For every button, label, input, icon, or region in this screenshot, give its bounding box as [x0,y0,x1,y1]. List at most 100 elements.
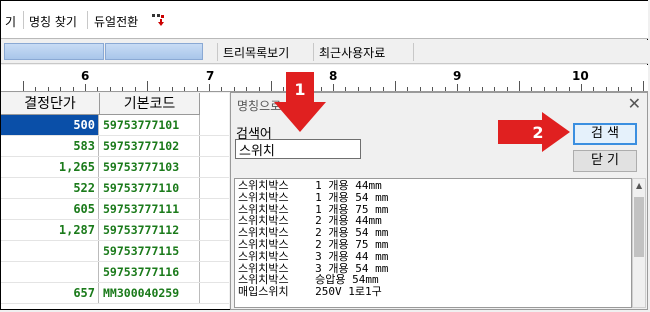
list-item[interactable]: 스위치박스 2 개용 54 mm [238,227,388,238]
menu-item-dual-switch[interactable]: 듀얼전환 [94,13,138,30]
ruler-tick [581,84,582,91]
ruler-number: 8 [329,69,338,83]
ruler-tick [543,87,545,91]
ruler-tick [419,87,421,91]
ruler-tick [196,87,198,91]
ruler-tick [531,87,533,91]
scroll-thumb[interactable] [634,197,644,257]
price-cell[interactable]: 1,265 [1,157,99,177]
data-grid: 결정단가 기본코드 500 59753777101 583 59753777102 1,… [1,93,229,309]
table-row[interactable]: 657 MM300040259 [1,283,229,304]
ruler-number: 10 [572,69,589,83]
code-cell[interactable]: 59753777112 [100,220,200,240]
ruler-tick [444,87,446,91]
list-item[interactable]: 매입스위치 250V 1로1구 [238,286,382,297]
ruler-tick [593,87,595,91]
list-item[interactable]: 스위치박스 1 개용 54 mm [238,192,388,203]
price-cell[interactable] [1,262,99,282]
ruler-tick [47,87,49,91]
menu-item-name-search[interactable]: 명칭 찾기 [29,13,77,30]
ruler-tick [171,87,173,91]
toolbar-button-blank-2[interactable] [105,43,203,60]
price-cell[interactable]: 1,287 [1,220,99,240]
scroll-up-icon[interactable]: ▲ [636,181,642,190]
table-row[interactable]: 59753777115 [1,241,229,262]
code-cell[interactable]: 59753777115 [100,241,200,261]
column-header-code[interactable]: 기본코드 [100,93,200,115]
ruler-tick [407,87,409,91]
toolbar: 트리목록보기 최근사용자료 [1,40,648,64]
table-row[interactable]: 522 59753777110 [1,178,229,199]
list-item[interactable]: 스위치박스 3 개용 44 mm [238,251,388,262]
price-cell[interactable]: 583 [1,136,99,156]
ruler-tick [357,87,359,91]
ruler-tick [233,87,235,91]
list-item[interactable]: 스위치박스 3 개용 54 mm [238,263,388,274]
ruler-tick [72,87,74,91]
close-icon[interactable]: ✕ [628,94,641,113]
toolbar-separator [413,43,414,61]
tree-list-view-button[interactable]: 트리목록보기 [223,44,289,61]
ruler-tick [370,87,372,91]
code-cell[interactable]: 59753777102 [100,136,200,156]
code-cell[interactable]: 59753777103 [100,157,200,177]
code-cell[interactable]: 59753777116 [100,262,200,282]
ruler-tick [432,87,434,91]
menu-bar: 기 명칭 찾기 듀얼전환 [1,1,648,39]
dual-switch-icon[interactable] [152,14,165,27]
list-item[interactable]: 스위치박스 2 개용 44mm [238,215,382,226]
ruler-number: 9 [453,69,462,83]
ruler-tick [159,87,161,91]
code-cell[interactable]: 59753777111 [100,199,200,219]
ruler-tick [618,87,620,91]
ruler-tick [382,87,384,91]
list-item[interactable]: 스위치박스 2 개용 75 mm [238,239,388,250]
table-row[interactable]: 1,287 59753777112 [1,220,229,241]
ruler-tick [85,84,86,91]
ruler-tick [345,87,347,91]
ruler-tick [556,87,558,91]
callout-number-1: 1 [294,80,305,99]
table-row[interactable]: 59753777116 [1,262,229,283]
ruler-tick [109,87,111,91]
toolbar-separator [313,43,314,61]
list-item[interactable]: 스위치박스 1 개용 75 mm [238,204,388,215]
table-row[interactable]: 500 59753777101 [1,115,229,136]
table-row[interactable]: 1,265 59753777103 [1,157,229,178]
menu-separator [87,11,88,29]
table-row[interactable]: 605 59753777111 [1,199,229,220]
search-input[interactable] [235,139,361,159]
code-cell[interactable]: MM300040259 [100,283,200,303]
list-item[interactable]: 스위치박스 1 개용 44mm [238,180,382,191]
ruler-tick [134,87,136,91]
price-cell[interactable]: 605 [1,199,99,219]
ruler-tick [630,87,632,91]
ruler-tick [221,87,223,91]
code-cell[interactable]: 59753777101 [100,115,200,135]
close-button[interactable]: 닫 기 [573,150,637,172]
price-cell[interactable] [1,241,99,261]
callout-number-2: 2 [532,123,543,142]
callout-arrow-1: 1 [274,72,326,132]
ruler-tick [147,81,148,91]
ruler-tick [209,84,210,91]
ruler-tick [568,87,570,91]
column-header-price[interactable]: 결정단가 [1,93,100,115]
toolbar-button-blank-1[interactable] [4,43,104,60]
price-cell[interactable]: 500 [1,115,99,135]
result-list[interactable]: 스위치박스 1 개용 44mm 스위치박스 1 개용 54 mm 스위치박스 1 개… [234,178,632,308]
price-cell[interactable]: 522 [1,178,99,198]
ruler-tick [35,87,37,91]
callout-arrow-2: 2 [498,112,570,152]
result-list-scrollbar[interactable]: ▲ [632,178,646,308]
ruler-tick [60,87,62,91]
ruler-tick [23,81,24,91]
code-cell[interactable]: 59753777110 [100,178,200,198]
table-row[interactable]: 583 59753777102 [1,136,229,157]
menu-item-partial[interactable]: 기 [5,13,16,30]
list-item[interactable]: 스위치박스 승압용 54mm [238,274,379,285]
recent-data-button[interactable]: 최근사용자료 [319,44,385,61]
price-cell[interactable]: 657 [1,283,99,303]
search-button[interactable]: 검 색 [573,123,637,145]
ruler-tick [481,87,483,91]
